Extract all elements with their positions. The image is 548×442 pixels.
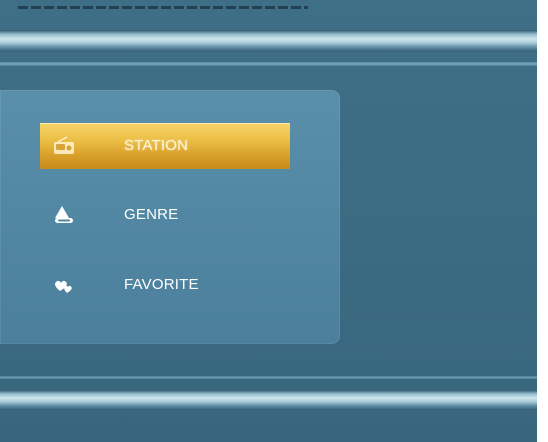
radio-icon	[52, 135, 76, 157]
genre-icon	[52, 204, 76, 226]
menu-item-label: GENRE	[124, 206, 179, 223]
menu-item-label: FAVORITE	[124, 276, 199, 293]
top-dotted-line	[18, 6, 308, 9]
menu-item-station[interactable]: STATION	[40, 123, 290, 169]
tv-screen: STATION GENRE FAVORITE	[0, 0, 548, 442]
menu-item-favorite[interactable]: FAVORITE	[40, 262, 290, 308]
bottom-thin-band	[0, 376, 537, 379]
top-thin-band	[0, 62, 537, 66]
heart-icon	[52, 274, 76, 296]
bottom-decorative-band	[0, 390, 537, 410]
menu-item-genre[interactable]: GENRE	[40, 192, 290, 238]
menu-panel: STATION GENRE FAVORITE	[0, 90, 340, 344]
menu-item-label: STATION	[124, 137, 189, 154]
tv-menu-background: STATION GENRE FAVORITE	[0, 0, 537, 442]
top-decorative-band	[0, 30, 537, 52]
right-border	[537, 0, 548, 442]
